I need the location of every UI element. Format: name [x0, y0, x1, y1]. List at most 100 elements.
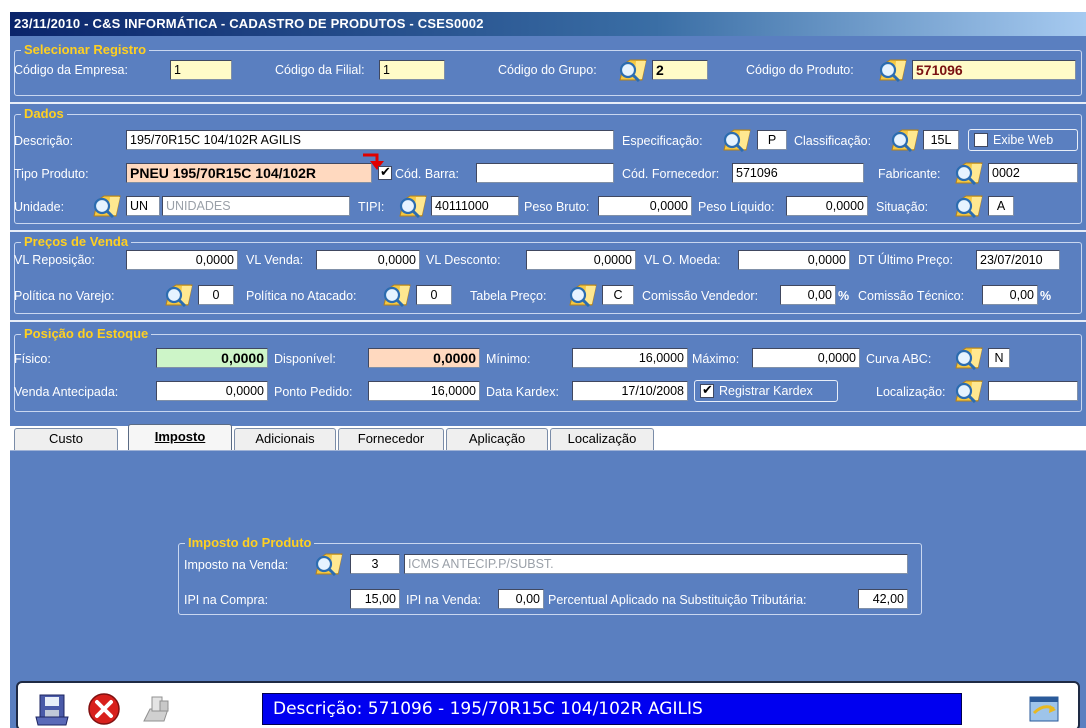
situacao-input[interactable]: A — [988, 196, 1014, 216]
cod-fornecedor-label: Cód. Fornecedor: — [622, 167, 720, 181]
dt-ultimo-preco-input[interactable]: 23/07/2010 — [976, 250, 1060, 270]
registrar-kardex-box[interactable] — [700, 382, 714, 398]
codigo-produto-input[interactable]: 571096 — [912, 60, 1076, 80]
fabricante-search-icon[interactable] — [952, 161, 986, 185]
ipi-compra-label: IPI na Compra: — [184, 593, 269, 607]
dados-title: Dados — [21, 106, 67, 122]
cod-barra-label: Cód. Barra: — [395, 167, 459, 181]
vl-reposicao-input[interactable]: 0,0000 — [126, 250, 238, 270]
comissao-tecnico-label: Comissão Técnico: — [858, 289, 965, 303]
situacao-search-icon[interactable] — [952, 194, 986, 218]
registrar-kardex-label: Registrar Kardex — [719, 384, 813, 398]
tipi-label: TIPI: — [358, 200, 385, 214]
disponivel-label: Disponível: — [274, 352, 336, 366]
politica-atacado-label: Política no Atacado: — [246, 289, 357, 303]
vl-reposicao-label: VL Reposição: — [14, 253, 95, 267]
politica-atacado-search-icon[interactable] — [380, 283, 414, 307]
politica-varejo-label: Política no Varejo: — [14, 289, 115, 303]
registrar-kardex-checkbox[interactable]: Registrar Kardex — [694, 380, 838, 402]
data-kardex-input[interactable]: 17/10/2008 — [572, 381, 688, 401]
curva-abc-search-icon[interactable] — [952, 346, 986, 370]
produto-search-icon[interactable] — [876, 58, 910, 82]
classificacao-search-icon[interactable] — [888, 128, 922, 152]
politica-varejo-input[interactable]: 0 — [198, 285, 234, 305]
exibe-web-box[interactable] — [974, 133, 988, 147]
peso-bruto-input[interactable]: 0,0000 — [598, 196, 692, 216]
peso-liquido-input[interactable]: 0,0000 — [786, 196, 868, 216]
especificacao-input[interactable]: P — [757, 130, 787, 150]
vl-moeda-input[interactable]: 0,0000 — [738, 250, 850, 270]
politica-varejo-search-icon[interactable] — [162, 283, 196, 307]
ponto-pedido-input[interactable]: 16,0000 — [368, 381, 480, 401]
dt-ultimo-preco-label: DT Último Preço: — [858, 253, 953, 267]
codigo-empresa-input[interactable]: 1 — [170, 60, 232, 80]
tipo-produto-checkbox[interactable] — [378, 164, 392, 180]
grupo-search-icon[interactable] — [616, 58, 650, 82]
fisico-input[interactable]: 0,0000 — [156, 348, 268, 368]
descricao-input[interactable]: 195/70R15C 104/102R AGILIS — [126, 130, 614, 150]
bottom-toolbar: Descrição: 571096 - 195/70R15C 104/102R … — [16, 681, 1080, 728]
fabricante-input[interactable]: 0002 — [988, 163, 1078, 183]
cod-barra-input[interactable] — [476, 163, 614, 183]
tabela-preco-search-icon[interactable] — [566, 283, 600, 307]
unidade-code-input[interactable]: UN — [126, 196, 160, 216]
codigo-filial-label: Código da Filial: — [275, 63, 365, 77]
cod-fornecedor-input[interactable]: 571096 — [732, 163, 864, 183]
situacao-label: Situação: — [876, 200, 929, 214]
comissao-vendedor-input[interactable]: 0,00 — [780, 285, 836, 305]
tab-custo[interactable]: Custo — [14, 428, 118, 450]
imposto-venda-search-icon[interactable] — [312, 552, 346, 576]
tab-aplicacao[interactable]: Aplicação — [446, 428, 548, 450]
codigo-grupo-input[interactable]: 2 — [652, 60, 708, 80]
tab-fornecedor[interactable]: Fornecedor — [338, 428, 444, 450]
disponivel-input[interactable]: 0,0000 — [368, 348, 480, 368]
ipi-compra-input[interactable]: 15,00 — [350, 589, 400, 609]
percentual-st-input[interactable]: 42,00 — [858, 589, 908, 609]
cancel-icon[interactable] — [84, 691, 124, 727]
imposto-venda-label: Imposto na Venda: — [184, 558, 289, 572]
separator — [10, 102, 1086, 104]
print-icon — [143, 696, 169, 722]
codigo-filial-input[interactable]: 1 — [379, 60, 445, 80]
descricao-label: Descrição: — [14, 134, 74, 148]
classificacao-input[interactable]: 15L — [923, 130, 959, 150]
maximo-input[interactable]: 0,0000 — [752, 348, 860, 368]
precos-venda-title: Preços de Venda — [21, 234, 132, 250]
codigo-grupo-label: Código do Grupo: — [498, 63, 597, 77]
especificacao-search-icon[interactable] — [720, 128, 754, 152]
codigo-produto-label: Código do Produto: — [746, 63, 854, 77]
imposto-venda-code-input[interactable]: 3 — [350, 554, 400, 574]
refresh-window-icon[interactable] — [1024, 691, 1064, 727]
ipi-venda-input[interactable]: 0,00 — [498, 589, 544, 609]
save-disk-icon[interactable] — [32, 691, 72, 727]
tipo-produto-label: Tipo Produto: — [14, 167, 89, 181]
minimo-input[interactable]: 16,0000 — [572, 348, 688, 368]
vl-venda-input[interactable]: 0,0000 — [316, 250, 420, 270]
data-kardex-label: Data Kardex: — [486, 385, 559, 399]
unidade-desc-input: UNIDADES — [162, 196, 350, 216]
tabela-preco-label: Tabela Preço: — [470, 289, 547, 303]
minimo-label: Mínimo: — [486, 352, 531, 366]
comissao-tecnico-input[interactable]: 0,00 — [982, 285, 1038, 305]
vl-desconto-input[interactable]: 0,0000 — [526, 250, 636, 270]
tipi-search-icon[interactable] — [396, 194, 430, 218]
especificacao-label: Especificação: — [622, 134, 703, 148]
localizacao-input[interactable] — [988, 381, 1078, 401]
tab-localizacao[interactable]: Localização — [550, 428, 654, 450]
peso-liquido-label: Peso Líquido: — [698, 200, 775, 214]
codigo-empresa-label: Código da Empresa: — [14, 63, 128, 77]
unidade-search-icon[interactable] — [90, 194, 124, 218]
exibe-web-checkbox[interactable]: Exibe Web — [968, 129, 1078, 151]
tab-strip: Custo Imposto Adicionais Fornecedor Apli… — [10, 424, 1086, 450]
tab-adicionais[interactable]: Adicionais — [234, 428, 336, 450]
tipi-input[interactable]: 40111000 — [431, 196, 519, 216]
curva-abc-input[interactable]: N — [988, 348, 1010, 368]
maximo-label: Máximo: — [692, 352, 740, 366]
politica-atacado-input[interactable]: 0 — [416, 285, 452, 305]
localizacao-search-icon[interactable] — [952, 379, 986, 403]
tabela-preco-input[interactable]: C — [602, 285, 634, 305]
tab-imposto[interactable]: Imposto — [128, 424, 232, 450]
tipo-produto-input[interactable]: PNEU 195/70R15C 104/102R — [126, 163, 372, 183]
vl-venda-label: VL Venda: — [246, 253, 304, 267]
venda-antecipada-input[interactable]: 0,0000 — [156, 381, 268, 401]
